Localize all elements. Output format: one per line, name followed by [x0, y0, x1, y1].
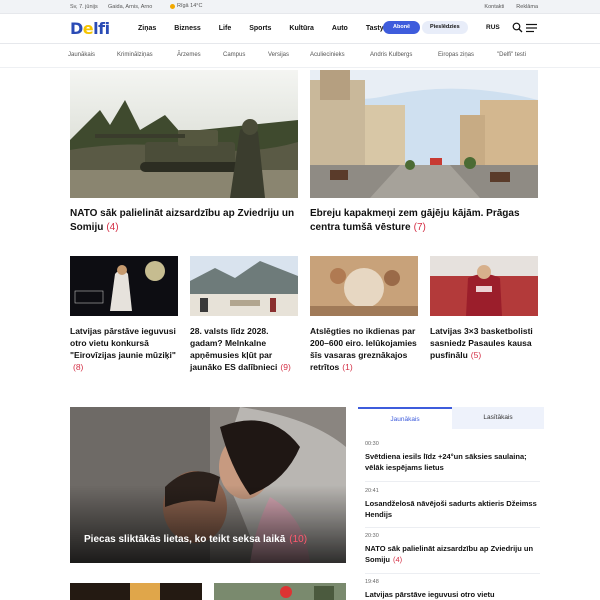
- item-title: Svētdiena iesils līdz +24°un sāksies sau…: [365, 452, 527, 472]
- item-time: 20:30: [365, 533, 379, 539]
- story-image-singer[interactable]: [70, 256, 178, 316]
- subnav-item[interactable]: Campus: [223, 52, 245, 58]
- search-icon[interactable]: [512, 22, 523, 33]
- comment-count[interactable]: (4): [106, 222, 118, 233]
- comment-count[interactable]: (8): [73, 362, 83, 372]
- nav-item-life[interactable]: Life: [219, 25, 231, 32]
- sun-icon: [170, 3, 175, 9]
- item-title: Losandželosā nāvējoši sadurts aktieris D…: [365, 499, 537, 519]
- subnav-item[interactable]: Aculiecinieks: [310, 52, 345, 58]
- item-time: 20:41: [365, 488, 379, 494]
- divider: [365, 527, 540, 528]
- story-image-tank[interactable]: [70, 70, 298, 198]
- tab-most-read[interactable]: Lasītākais: [452, 407, 544, 429]
- contacts-link[interactable]: Kontakti: [484, 4, 504, 10]
- comment-count: (4): [393, 555, 403, 564]
- subnav-item[interactable]: Andris Kulbergs: [370, 52, 412, 58]
- story-title[interactable]: Ebreju kapakmeņi zem gājēju kājām. Prāga…: [310, 207, 542, 235]
- story-title[interactable]: Latvijas pārstāve ieguvusi otro vietu ko…: [70, 325, 180, 373]
- weather[interactable]: Rīgā 14°C: [170, 3, 202, 9]
- subnav-item[interactable]: Jaunākais: [68, 52, 95, 58]
- subscribe-button[interactable]: Abonē: [383, 21, 421, 34]
- comment-count[interactable]: (5): [471, 350, 481, 360]
- comment-count[interactable]: (1): [342, 362, 352, 372]
- divider: [365, 481, 540, 482]
- subnav-item[interactable]: Versijas: [268, 52, 289, 58]
- top-info-bar: Sv, 7. jūnijs Gaida, Arnis, Arno Rīgā 14…: [0, 0, 600, 14]
- site-header: Delfi Ziņas Bizness Life Sports Kultūra …: [0, 14, 600, 44]
- nav-item-auto[interactable]: Auto: [332, 25, 348, 32]
- language-switch[interactable]: RUS: [486, 24, 500, 31]
- login-button[interactable]: Pieslēdzies: [422, 21, 468, 34]
- nav-item-tasty[interactable]: Tasty: [366, 25, 384, 32]
- feature-title[interactable]: Piecas sliktākās lietas, ko teikt seksa …: [84, 534, 307, 545]
- subnav-item[interactable]: "Delfi" testi: [497, 52, 526, 58]
- item-time: 19:48: [365, 579, 379, 585]
- story-title[interactable]: NATO sāk palielināt aizsardzību ap Zvied…: [70, 207, 298, 235]
- news-tabs: Jaunākais Lasītākais: [358, 407, 544, 429]
- nav-item-zinas[interactable]: Ziņas: [138, 25, 156, 32]
- item-title: NATO sāk palielināt aizsardzību ap Zvied…: [365, 544, 534, 564]
- story-image-basketball[interactable]: [430, 256, 538, 316]
- story-image-retreat[interactable]: [310, 256, 418, 316]
- menu-icon[interactable]: [526, 23, 537, 33]
- delfi-logo[interactable]: Delfi: [70, 19, 110, 38]
- comment-count[interactable]: (9): [280, 362, 290, 372]
- story-image-bottom-left[interactable]: [70, 583, 202, 600]
- tab-latest[interactable]: Jaunākais: [358, 407, 452, 429]
- story-title[interactable]: Atslēgties no ikdienas par 200–600 eiro.…: [310, 325, 420, 373]
- story-image-montenegro[interactable]: [190, 256, 298, 316]
- subnav-item[interactable]: Ārzemes: [177, 52, 201, 58]
- story-image-prague[interactable]: [310, 70, 538, 198]
- divider: [365, 573, 540, 574]
- nav-item-kultura[interactable]: Kultūra: [289, 25, 314, 32]
- current-date: Sv, 7. jūnijs: [70, 4, 98, 10]
- story-title[interactable]: 28. valsts līdz 2028. gadam? Melnkalne a…: [190, 325, 298, 373]
- advertising-link[interactable]: Reklāma: [516, 4, 538, 10]
- nav-item-sports[interactable]: Sports: [249, 25, 271, 32]
- list-item[interactable]: 19:48 Latvijas pārstāve ieguvusi otro vi…: [365, 579, 540, 600]
- comment-count[interactable]: (10): [289, 534, 307, 545]
- weather-label: Rīgā 14°C: [177, 3, 203, 9]
- item-time: 00:30: [365, 441, 379, 447]
- sub-nav: Jaunākais Kriminālziņas Ārzemes Campus V…: [0, 44, 600, 68]
- subnav-item[interactable]: Kriminālziņas: [117, 52, 153, 58]
- name-days: Gaida, Arnis, Arno: [108, 4, 153, 10]
- subnav-item[interactable]: Eiropas ziņas: [438, 52, 474, 58]
- list-item[interactable]: 20:30 NATO sāk palielināt aizsardzību ap…: [365, 533, 540, 565]
- main-nav: Ziņas Bizness Life Sports Kultūra Auto T…: [138, 25, 402, 32]
- list-item[interactable]: 00:30 Svētdiena iesils līdz +24°un sāksi…: [365, 441, 540, 473]
- story-title[interactable]: Latvijas 3×3 basketbolisti sasniedz Pasa…: [430, 325, 540, 361]
- list-item[interactable]: 20:41 Losandželosā nāvējoši sadurts akti…: [365, 488, 540, 520]
- story-image-bottom-right[interactable]: [214, 583, 346, 600]
- item-title: Latvijas pārstāve ieguvusi otro vietu: [365, 590, 495, 599]
- nav-item-bizness[interactable]: Bizness: [174, 25, 200, 32]
- comment-count[interactable]: (7): [414, 222, 426, 233]
